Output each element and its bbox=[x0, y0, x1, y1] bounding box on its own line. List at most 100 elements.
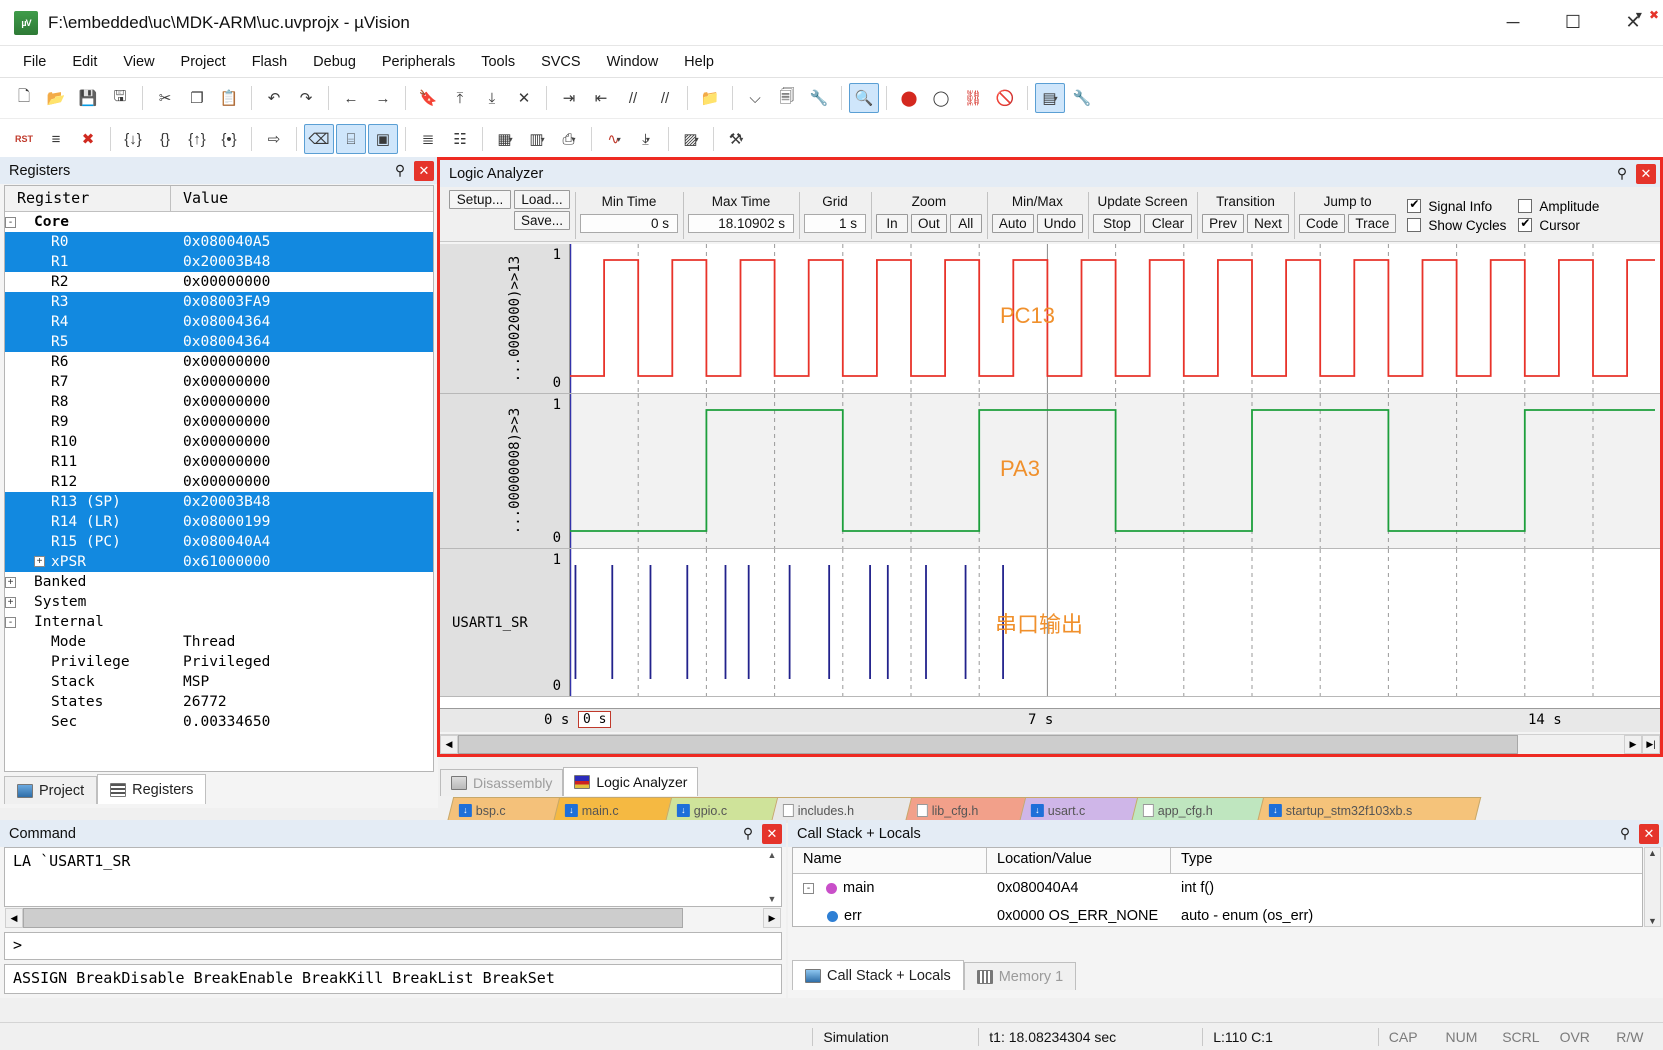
close-icon[interactable]: ✕ bbox=[762, 823, 782, 844]
insert-breakpoint-icon[interactable]: ⬤ bbox=[894, 83, 924, 113]
checkbox-amplitude[interactable]: Amplitude bbox=[1518, 199, 1599, 214]
new-file-icon[interactable]: 🗋 bbox=[9, 83, 39, 113]
call-stack-row[interactable]: - main 0x080040A4 int f() bbox=[793, 874, 1642, 902]
navigate-forward-icon[interactable]: → bbox=[368, 83, 398, 113]
memory-windows-icon[interactable]: ▥ ▾ bbox=[522, 124, 552, 154]
scroll-end-arrow[interactable]: ▶| bbox=[1642, 735, 1660, 754]
menu-item-peripherals[interactable]: Peripherals bbox=[369, 49, 468, 75]
menu-item-edit[interactable]: Edit bbox=[59, 49, 110, 75]
navigate-back-icon[interactable]: ← bbox=[336, 83, 366, 113]
menu-item-window[interactable]: Window bbox=[594, 49, 672, 75]
register-row[interactable]: R15 (PC) 0x080040A4 bbox=[5, 532, 433, 552]
clear-button[interactable]: Clear bbox=[1144, 214, 1193, 233]
uncomment-lines-icon[interactable]: // bbox=[650, 83, 680, 113]
signal-row[interactable]: USART1_SR 1 0 串口输出 bbox=[440, 549, 1660, 697]
target-select-dropdown-icon[interactable]: ⌵ bbox=[740, 83, 770, 113]
menu-item-help[interactable]: Help bbox=[671, 49, 727, 75]
bookmark-prev-icon[interactable]: ⤒ bbox=[445, 83, 475, 113]
stop-debug-icon[interactable]: ✖ bbox=[73, 124, 103, 154]
register-row[interactable]: R8 0x00000000 bbox=[5, 392, 433, 412]
system-viewer-icon[interactable]: ▨ ▾ bbox=[676, 124, 706, 154]
registers-window-icon[interactable]: ≣ bbox=[413, 124, 443, 154]
grid-value[interactable]: 1 s bbox=[804, 214, 866, 233]
checkbox-box[interactable] bbox=[1518, 199, 1533, 213]
register-row[interactable]: R4 0x08004364 bbox=[5, 312, 433, 332]
next-button[interactable]: Next bbox=[1247, 214, 1290, 233]
register-row[interactable]: R2 0x00000000 bbox=[5, 272, 433, 292]
signal-plot[interactable]: PA3 bbox=[570, 394, 1660, 548]
register-row[interactable]: R14 (LR) 0x08000199 bbox=[5, 512, 433, 532]
chevron-down-icon[interactable]: ▾ bbox=[646, 135, 650, 144]
tab-logic-analyzer[interactable]: Logic Analyzer bbox=[563, 767, 699, 796]
register-row[interactable]: Privilege Privileged bbox=[5, 652, 433, 672]
command-scroll-down[interactable]: ▼ bbox=[765, 894, 779, 904]
cut-icon[interactable]: ✂ bbox=[150, 83, 180, 113]
pin-icon[interactable]: ⚲ bbox=[390, 162, 410, 179]
tabs-close-icon[interactable]: ✖ bbox=[1649, 8, 1659, 22]
menu-item-debug[interactable]: Debug bbox=[300, 49, 369, 75]
register-row[interactable]: R13 (SP) 0x20003B48 bbox=[5, 492, 433, 512]
register-row[interactable]: Stack MSP bbox=[5, 672, 433, 692]
command-scroll-up[interactable]: ▲ bbox=[765, 850, 779, 860]
scroll-right-arrow[interactable]: ▶ bbox=[1624, 735, 1642, 754]
kill-all-breakpoints-icon[interactable]: 🚫 bbox=[990, 83, 1020, 113]
chevron-down-icon[interactable]: ▾ bbox=[695, 135, 699, 144]
menu-item-view[interactable]: View bbox=[110, 49, 167, 75]
minimize-button[interactable]: ─ bbox=[1483, 0, 1543, 46]
run-to-cursor-icon[interactable]: {•} bbox=[214, 124, 244, 154]
signal-plot[interactable]: 串口输出 bbox=[570, 549, 1660, 696]
register-row[interactable]: Mode Thread bbox=[5, 632, 433, 652]
checkbox-show-cycles[interactable]: Show Cycles bbox=[1407, 218, 1506, 233]
close-icon[interactable]: ✕ bbox=[1639, 823, 1659, 844]
collapse-toggle-icon[interactable]: - bbox=[5, 616, 16, 628]
disable-all-breakpoints-icon[interactable]: ⛓ bbox=[958, 83, 988, 113]
setup-button[interactable]: Setup... bbox=[449, 190, 511, 209]
trace-windows-icon[interactable]: ⤓ ▾ bbox=[631, 124, 661, 154]
cmd-scroll-right[interactable]: ▶ bbox=[763, 908, 781, 928]
register-row[interactable]: Sec 0.00334650 bbox=[5, 712, 433, 732]
watch-windows-icon[interactable]: ▦ ▾ bbox=[490, 124, 520, 154]
toolbox-icon[interactable]: ⚒ ▾ bbox=[721, 124, 751, 154]
start-stop-debug-icon[interactable]: 🔍 bbox=[849, 83, 879, 113]
call-stack-window-icon[interactable]: ☷ bbox=[445, 124, 475, 154]
scroll-left-arrow[interactable]: ◀ bbox=[440, 735, 458, 754]
expand-toggle-icon[interactable]: + bbox=[34, 556, 45, 567]
command-window-icon[interactable]: ⌫ bbox=[304, 124, 334, 154]
checkbox-box[interactable] bbox=[1407, 197, 1422, 213]
open-folder-icon[interactable]: 📁 bbox=[695, 83, 725, 113]
step-over-icon[interactable]: {} bbox=[150, 124, 180, 154]
chevron-down-icon[interactable]: ▾ bbox=[739, 135, 743, 144]
tabs-dropdown-icon[interactable]: ▾ bbox=[1636, 8, 1642, 22]
bookmark-clear-icon[interactable]: ✕ bbox=[509, 83, 539, 113]
symbol-window-icon[interactable]: ▣ bbox=[368, 124, 398, 154]
register-row[interactable]: R12 0x00000000 bbox=[5, 472, 433, 492]
scroll-thumb[interactable] bbox=[458, 735, 1518, 754]
waveform-area[interactable]: ...0002000)>>13 1 0 PC13 ...00000008)>>3 1 0 PA… bbox=[440, 244, 1660, 708]
chevron-down-icon[interactable]: ▾ bbox=[617, 135, 621, 144]
target-options-icon[interactable]: 🗐 bbox=[772, 83, 802, 113]
tab-disassembly[interactable]: Disassembly bbox=[440, 769, 564, 796]
undo-icon[interactable]: ↶ bbox=[259, 83, 289, 113]
save-file-icon[interactable]: 💾 bbox=[73, 83, 103, 113]
max-time-value[interactable]: 18.10902 s bbox=[688, 214, 794, 233]
step-out-icon[interactable]: {↑} bbox=[182, 124, 212, 154]
indent-right-icon[interactable]: ⇥ bbox=[554, 83, 584, 113]
checkbox-signal-info[interactable]: Signal Info bbox=[1407, 197, 1506, 214]
registers-tree[interactable]: Register Value - Core R0 0x080040A5 R1 0x2000… bbox=[4, 185, 434, 772]
copy-icon[interactable]: ❐ bbox=[182, 83, 212, 113]
indent-left-icon[interactable]: ⇤ bbox=[586, 83, 616, 113]
close-button[interactable]: ✕ bbox=[1603, 0, 1663, 46]
cs-scroll-up[interactable]: ▲ bbox=[1645, 848, 1660, 858]
bookmark-toggle-icon[interactable]: 🔖 bbox=[413, 83, 443, 113]
command-output[interactable]: LA `USART1_SR ▲ ▼ bbox=[4, 847, 782, 907]
tab-registers[interactable]: Registers bbox=[97, 774, 207, 804]
register-row[interactable]: + xPSR 0x61000000 bbox=[5, 552, 433, 572]
menu-item-file[interactable]: File bbox=[10, 49, 59, 75]
pin-icon[interactable]: ⚲ bbox=[1612, 165, 1632, 182]
out-button[interactable]: Out bbox=[911, 214, 947, 233]
auto-button[interactable]: Auto bbox=[991, 214, 1034, 233]
load-button[interactable]: Load... bbox=[514, 190, 570, 209]
register-row[interactable]: - Core bbox=[5, 212, 433, 232]
command-input[interactable]: > bbox=[4, 932, 782, 960]
register-row[interactable]: R10 0x00000000 bbox=[5, 432, 433, 452]
